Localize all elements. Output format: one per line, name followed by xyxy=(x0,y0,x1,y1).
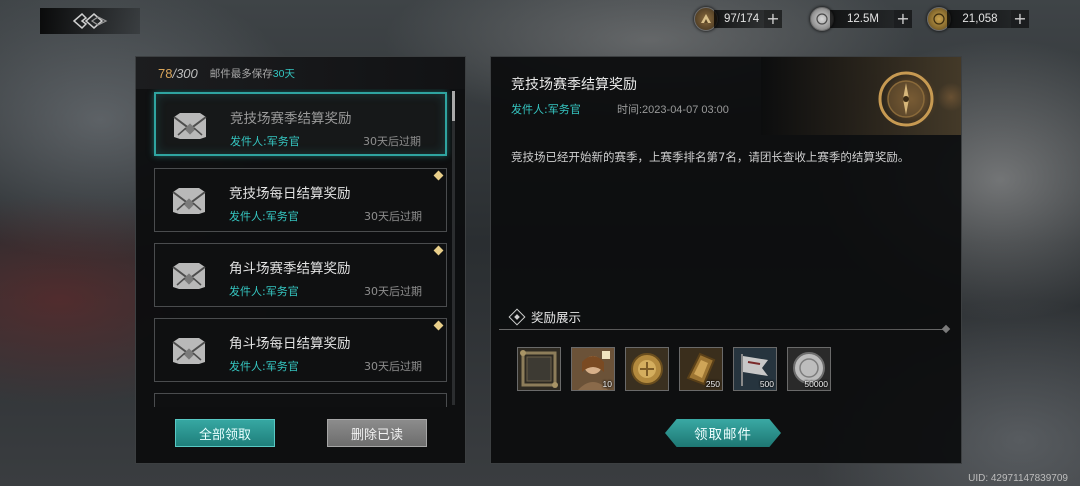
mail-expire: 30天后过期 xyxy=(364,210,422,223)
rewards-header: 奖励展示 xyxy=(508,307,582,326)
reward-item[interactable] xyxy=(517,347,561,391)
reward-item[interactable] xyxy=(625,347,669,391)
keep-note: 邮件最多保存30天 xyxy=(210,66,295,81)
claim-mail-button[interactable]: 领取邮件 xyxy=(665,419,781,447)
mail-sender: 发件人:军务官 xyxy=(229,210,299,223)
mail-item-partial[interactable] xyxy=(154,393,447,407)
add-silver-button[interactable]: + xyxy=(894,10,912,28)
mail-envelope-icon xyxy=(172,188,206,214)
back-button[interactable] xyxy=(40,8,140,34)
unread-dot-icon xyxy=(433,245,444,256)
silver-value: 12.5M xyxy=(830,10,894,28)
mail-title: 竞技场每日结算奖励 xyxy=(229,186,351,202)
mail-envelope-icon xyxy=(172,263,206,289)
add-stamina-button[interactable]: + xyxy=(764,10,782,28)
user-id: UID: 42971147839709 xyxy=(968,473,1068,484)
reward-qty: 500 xyxy=(759,379,774,389)
mail-envelope-icon xyxy=(173,113,207,139)
mail-title: 角斗场每日结算奖励 xyxy=(229,336,351,352)
collect-all-button[interactable]: 全部领取 xyxy=(175,419,275,447)
reward-qty: 10 xyxy=(602,379,612,389)
reward-item[interactable]: 10 xyxy=(571,347,615,391)
mail-item[interactable]: 角斗场赛季结算奖励 发件人:军务官 30天后过期 xyxy=(154,243,447,307)
mail-sender: 发件人:军务官 xyxy=(229,285,299,298)
delete-read-button[interactable]: 删除已读 xyxy=(327,419,427,447)
mail-expire: 30天后过期 xyxy=(364,285,422,298)
unread-dot-icon xyxy=(433,170,444,181)
gold-value: 21,058 xyxy=(947,10,1011,28)
add-gold-button[interactable]: + xyxy=(1011,10,1029,28)
mail-title: 竞技场赛季结算奖励 xyxy=(230,111,352,127)
keep-note-days: 30天 xyxy=(272,67,295,80)
detail-title: 竞技场赛季结算奖励 xyxy=(511,77,637,93)
reward-items: 10 250 500 50000 xyxy=(517,347,841,391)
reward-item[interactable]: 50000 xyxy=(787,347,831,391)
mail-expire: 30天后过期 xyxy=(363,135,421,148)
mail-expire: 30天后过期 xyxy=(364,360,422,373)
mail-count: 78/300 xyxy=(158,66,198,81)
resource-gold: 21,058 + xyxy=(927,7,1029,31)
mail-item[interactable]: 竞技场每日结算奖励 发件人:军务官 30天后过期 xyxy=(154,168,447,232)
rewards-label: 奖励展示 xyxy=(531,310,582,325)
portrait-frame-icon xyxy=(520,350,558,388)
gold-medal-icon xyxy=(631,353,663,385)
unread-dot-icon xyxy=(433,320,444,331)
keep-note-prefix: 邮件最多保存 xyxy=(209,67,273,80)
scrollbar-thumb[interactable] xyxy=(452,91,455,121)
mail-detail-panel: 竞技场赛季结算奖励 发件人:军务官 时间:2023-04-07 03:00 竞技… xyxy=(490,56,962,464)
mail-sender: 发件人:军务官 xyxy=(229,360,299,373)
detail-body: 竞技场已经开始新的赛季，上赛季排名第7名，请团长查收上赛季的结算奖励。 xyxy=(511,150,910,164)
resource-stamina: 97/174 + xyxy=(694,7,782,31)
reward-item[interactable]: 500 xyxy=(733,347,777,391)
back-logo-icon xyxy=(72,12,108,30)
diamond-icon xyxy=(508,308,526,325)
mail-sender: 发件人:军务官 xyxy=(230,135,300,148)
mail-item[interactable]: 角斗场每日结算奖励 发件人:军务官 30天后过期 xyxy=(154,318,447,382)
reward-qty: 250 xyxy=(705,379,720,389)
mail-list-scrollbar[interactable] xyxy=(452,91,455,405)
mail-item[interactable]: 竞技场赛季结算奖励 发件人:军务官 30天后过期 xyxy=(154,92,447,156)
detail-time: 时间:2023-04-07 03:00 xyxy=(617,104,729,116)
mail-title: 角斗场赛季结算奖励 xyxy=(229,261,351,277)
mail-count-total: /300 xyxy=(172,65,198,81)
mail-list[interactable]: 竞技场赛季结算奖励 发件人:军务官 30天后过期 竞技场每日结算奖励 发件人:军… xyxy=(136,89,465,407)
detail-sender: 发件人:军务官 xyxy=(511,103,581,116)
rewards-divider xyxy=(499,329,947,330)
mail-list-panel: 78/300 邮件最多保存30天 竞技场赛季结算奖励 发件人:军务官 30天后过… xyxy=(135,56,466,464)
mail-envelope-icon xyxy=(172,338,206,364)
resource-silver: 12.5M + xyxy=(810,7,912,31)
mail-count-current: 78 xyxy=(158,65,173,81)
mail-list-header: 78/300 邮件最多保存30天 xyxy=(136,57,465,89)
reward-item[interactable]: 250 xyxy=(679,347,723,391)
stamina-value: 97/174 xyxy=(714,10,764,28)
reward-qty: 50000 xyxy=(804,379,828,389)
compass-icon xyxy=(878,71,934,127)
